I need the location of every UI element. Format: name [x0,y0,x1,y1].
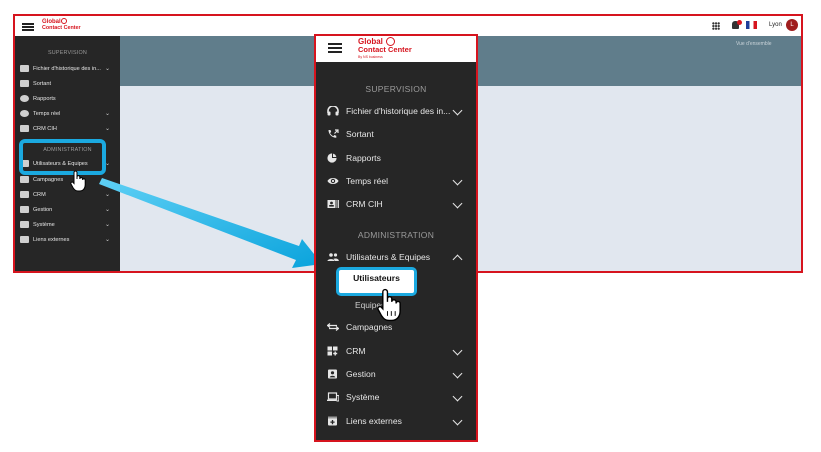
sidebar-item-systeme[interactable]: Système [346,389,379,405]
menu-icon-bar [328,47,342,49]
sidebar-item-temps-reel[interactable]: Temps réel [346,173,388,189]
sidebar-item-gestion[interactable]: Gestion [346,366,376,382]
add-box-icon [328,416,337,426]
menu-icon-bar [328,51,342,53]
section-administration: ADMINISTRATION [357,230,435,240]
sidebar-item-sortant[interactable]: Sortant [346,126,374,142]
sidebar-item-rapports[interactable]: Rapports [346,150,381,166]
logo-tagline: By NS business [358,55,383,59]
devices-icon [327,392,339,402]
phone-outgoing-icon [328,129,339,138]
sidebar-item-fichier[interactable]: Fichier d'historique des in... [346,103,450,119]
contact-card-icon [327,200,339,208]
account-box-icon [328,369,337,379]
section-supervision: SUPERVISION [365,84,427,94]
users-icon [327,253,339,261]
sidebar-item-campagnes[interactable]: Campagnes [346,319,392,335]
sidebar-item-utilisateurs-equipes[interactable]: Utilisateurs & Equipes [346,249,430,265]
swap-arrows-icon [327,323,339,331]
sidebar-item-liens-externes[interactable]: Liens externes [346,413,402,429]
logo-text: Contact Center [358,45,412,54]
eye-icon [327,178,339,184]
hand-cursor-icon [70,170,86,192]
sidebar-item-crm-cih[interactable]: CRM CIH [346,196,383,212]
pie-chart-icon [327,153,337,163]
hand-cursor-icon [377,288,401,322]
dashboard-customize-icon [327,346,338,356]
menu-icon[interactable] [328,43,342,45]
sidebar-item-crm[interactable]: CRM [346,343,366,359]
headset-icon [327,106,339,116]
